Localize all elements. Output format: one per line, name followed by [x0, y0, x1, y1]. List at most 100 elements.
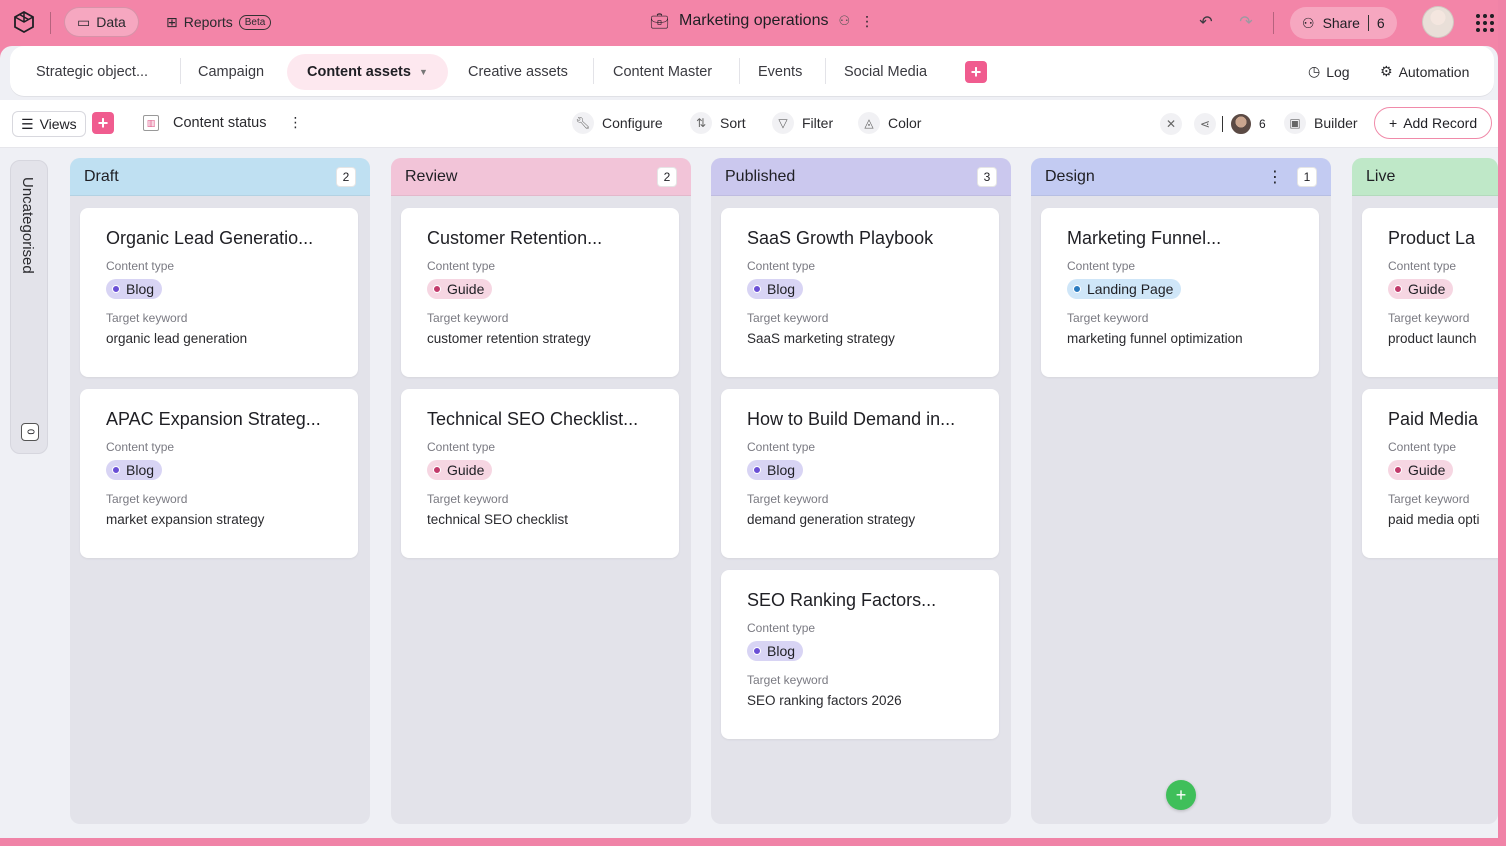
view-toolbar: ☰ Views + ▥ Content status ⋮ 🔧︎ Configur… — [0, 100, 1498, 148]
add-view-button[interactable]: + — [92, 112, 114, 134]
add-record-button[interactable]: + Add Record — [1374, 107, 1493, 139]
record-card[interactable]: Technical SEO Checklist... Content type Gu… — [401, 389, 679, 558]
views-button[interactable]: ☰ Views — [12, 111, 86, 137]
color-label: Color — [888, 115, 922, 131]
content-type-value: Blog — [767, 643, 796, 659]
record-card[interactable]: Paid Media Content type Guide Target keywor… — [1362, 389, 1498, 558]
workspace-title-text[interactable]: Marketing operations — [679, 12, 828, 30]
record-card[interactable]: Organic Lead Generatio... Content type Blo… — [80, 208, 358, 377]
content-type-label: Content type — [747, 259, 816, 273]
current-view[interactable]: ▥ Content status ⋮ — [143, 114, 303, 131]
content-type-value: Guide — [1408, 462, 1446, 478]
content-type-chip: Guide — [1388, 460, 1454, 480]
column-count-badge: 1 — [1297, 166, 1317, 187]
record-card[interactable]: How to Build Demand in... Content type Blo… — [721, 389, 999, 558]
add-table-button[interactable]: + — [965, 61, 987, 83]
builder-button[interactable]: ▣ Builder — [1284, 112, 1358, 134]
record-card[interactable]: Customer Retention... Content type Guide Ta… — [401, 208, 679, 377]
table-tabs: Strategic object... Campaign Content ass… — [10, 46, 1494, 96]
target-keyword-value: marketing funnel optimization — [1067, 331, 1243, 346]
kanban-icon: ▥ — [143, 114, 159, 131]
kanban-column-published: Published 3 SaaS Growth Playbook Content ty… — [711, 158, 1011, 824]
content-type-chip: Landing Page — [1067, 279, 1182, 299]
more-vertical-icon[interactable]: ⋮ — [860, 13, 874, 30]
people-group-icon: ⚇ — [1302, 14, 1315, 31]
grid-layout-icon: ⊞ — [166, 13, 178, 30]
tab-campaign[interactable]: Campaign — [178, 54, 284, 90]
tab-creative-assets[interactable]: Creative assets — [448, 54, 588, 90]
content-type-value: Blog — [767, 281, 796, 297]
target-keyword-label: Target keyword — [106, 311, 188, 325]
filter-button[interactable]: ▽ Filter — [772, 112, 833, 134]
content-type-label: Content type — [1388, 259, 1457, 273]
automation-button[interactable]: ⚙ Automation — [1380, 63, 1469, 80]
share-button[interactable]: ⚇ Share 6 — [1290, 7, 1397, 39]
column-header[interactable]: Live — [1352, 158, 1498, 196]
tab-label: Content Master — [613, 64, 713, 80]
column-header[interactable]: Design ⋮ 1 — [1031, 158, 1331, 196]
target-keyword-value: SaaS marketing strategy — [747, 331, 895, 346]
redo-icon[interactable]: ↷ — [1236, 12, 1256, 32]
column-more-icon[interactable]: ⋮ — [1267, 167, 1283, 187]
user-avatar[interactable] — [1422, 6, 1454, 38]
briefcase-icon: 💼︎ — [650, 13, 670, 30]
tab-social-media[interactable]: Social Media — [824, 54, 947, 90]
column-header[interactable]: Review 2 — [391, 158, 691, 196]
uncategorised-label: Uncategorised — [19, 177, 36, 274]
tab-label: Creative assets — [468, 64, 568, 80]
content-type-label: Content type — [106, 259, 175, 273]
card-title: SEO Ranking Factors... — [747, 590, 937, 610]
tab-strategic-objectives[interactable]: Strategic object... — [16, 54, 168, 90]
chip-dot-icon — [753, 466, 761, 474]
content-type-label: Content type — [106, 440, 175, 454]
collapse-icon[interactable]: ✕ — [1160, 113, 1182, 135]
collaborators[interactable]: ⋖ 6 — [1194, 112, 1266, 136]
content-type-chip: Blog — [106, 279, 163, 299]
content-type-value: Guide — [447, 281, 485, 297]
record-card[interactable]: Product La Content type Guide Target keywor… — [1362, 208, 1498, 377]
tab-content-assets[interactable]: Content assets ▼ — [287, 54, 448, 90]
configure-button[interactable]: 🔧︎ Configure — [572, 112, 663, 134]
app-window: ▭ Data ⊞ Reports Beta 💼︎ Marketing opera… — [0, 0, 1498, 838]
column-title: Live — [1366, 167, 1396, 185]
content-type-chip: Blog — [106, 460, 163, 480]
record-card[interactable]: Marketing Funnel... Content type Landing P… — [1041, 208, 1319, 377]
clock-icon: ◷ — [1308, 63, 1321, 79]
reports-label: Reports — [183, 14, 233, 30]
record-card[interactable]: SEO Ranking Factors... Content type Blog Ta… — [721, 570, 999, 739]
add-card-button[interactable]: + — [1166, 780, 1196, 810]
column-header-actions: ⋮ 1 — [1267, 166, 1317, 187]
uncategorised-column[interactable]: Uncategorised 0 — [10, 160, 48, 454]
undo-icon[interactable]: ↶ — [1196, 12, 1216, 32]
app-logo-icon[interactable] — [12, 10, 36, 34]
sort-button[interactable]: ⇅ Sort — [690, 112, 746, 134]
target-keyword-value: customer retention strategy — [427, 331, 591, 346]
tab-content-master[interactable]: Content Master — [593, 54, 732, 90]
record-card[interactable]: APAC Expansion Strateg... Content type Blo… — [80, 389, 358, 558]
chip-dot-icon — [112, 285, 120, 293]
card-title: SaaS Growth Playbook — [747, 228, 934, 248]
log-button[interactable]: ◷ Log — [1308, 63, 1350, 80]
column-header[interactable]: Draft 2 — [70, 158, 370, 196]
content-type-label: Content type — [1067, 259, 1136, 273]
target-keyword-label: Target keyword — [427, 311, 509, 325]
reports-button[interactable]: ⊞ Reports Beta — [154, 7, 283, 37]
column-count-badge: 3 — [977, 166, 997, 187]
chip-dot-icon — [753, 285, 761, 293]
card-title: APAC Expansion Strateg... — [106, 409, 321, 429]
target-keyword-label: Target keyword — [1388, 492, 1470, 506]
wrench-icon: 🔧︎ — [572, 112, 594, 134]
color-button[interactable]: ◬ Color — [858, 112, 921, 134]
target-keyword-value: market expansion strategy — [106, 512, 265, 527]
target-keyword-label: Target keyword — [747, 492, 829, 506]
people-icon[interactable]: ⚇ — [838, 13, 850, 29]
column-header[interactable]: Published 3 — [711, 158, 1011, 196]
share-nodes-icon: ⋖ — [1194, 113, 1216, 135]
record-card[interactable]: SaaS Growth Playbook Content type Blog Targ… — [721, 208, 999, 377]
tab-events[interactable]: Events — [738, 54, 822, 90]
kanban-column-review: Review 2 Customer Retention... Content type… — [391, 158, 691, 824]
apps-grid-icon[interactable] — [1476, 14, 1494, 32]
data-button[interactable]: ▭ Data — [64, 7, 139, 37]
view-more-icon[interactable]: ⋮ — [289, 114, 303, 131]
kanban-column-live: Live Product La Content type Guide Target ke… — [1352, 158, 1498, 824]
